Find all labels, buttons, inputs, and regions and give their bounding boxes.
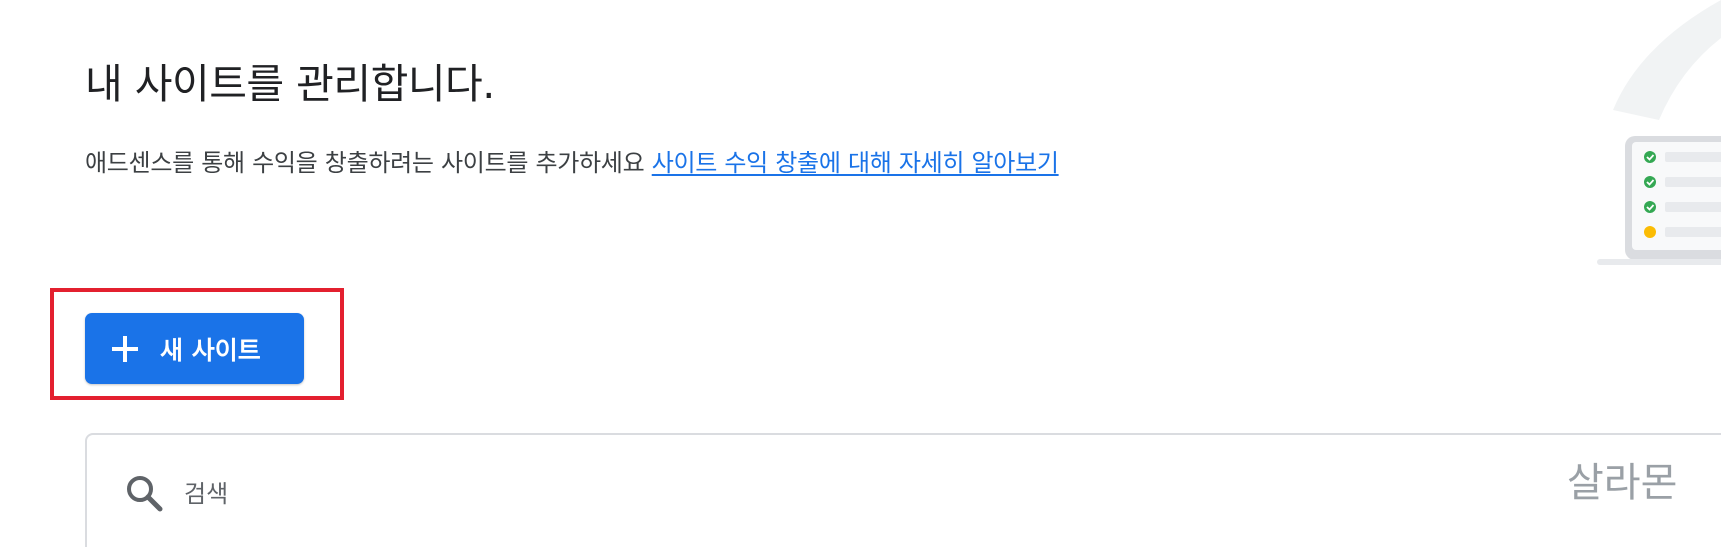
- learn-more-link[interactable]: 사이트 수익 창출에 대해 자세히 알아보기: [652, 149, 1059, 177]
- checklist-line: [1665, 202, 1721, 212]
- decorative-arc-shape: [1613, 0, 1721, 120]
- checklist-line: [1665, 227, 1721, 237]
- check-circle-icon: [1644, 151, 1656, 163]
- plus-icon: [112, 335, 138, 362]
- page-description: 애드센스를 통해 수익을 창출하려는 사이트를 추가하세요 사이트 수익 창출에…: [85, 143, 1059, 178]
- pending-dot-icon: [1644, 226, 1656, 238]
- search-icon: [127, 476, 163, 512]
- search-card: [85, 433, 1721, 547]
- checklist-line: [1665, 177, 1721, 187]
- watermark-text: 살라몬: [1567, 460, 1678, 506]
- check-circle-icon: [1644, 201, 1656, 213]
- description-text: 애드센스를 통해 수익을 창출하려는 사이트를 추가하세요: [85, 149, 645, 177]
- manage-sites-page: 내 사이트를 관리합니다. 애드센스를 통해 수익을 창출하려는 사이트를 추가…: [0, 0, 1721, 547]
- page-title: 내 사이트를 관리합니다.: [85, 60, 495, 108]
- sites-checklist-illustration: [1597, 0, 1721, 265]
- new-site-label: 새 사이트: [160, 335, 261, 365]
- checklist-line: [1665, 152, 1721, 162]
- new-site-button[interactable]: 새 사이트: [85, 313, 304, 384]
- laptop-base: [1597, 259, 1721, 265]
- check-circle-icon: [1644, 176, 1656, 188]
- search-input[interactable]: [182, 471, 686, 517]
